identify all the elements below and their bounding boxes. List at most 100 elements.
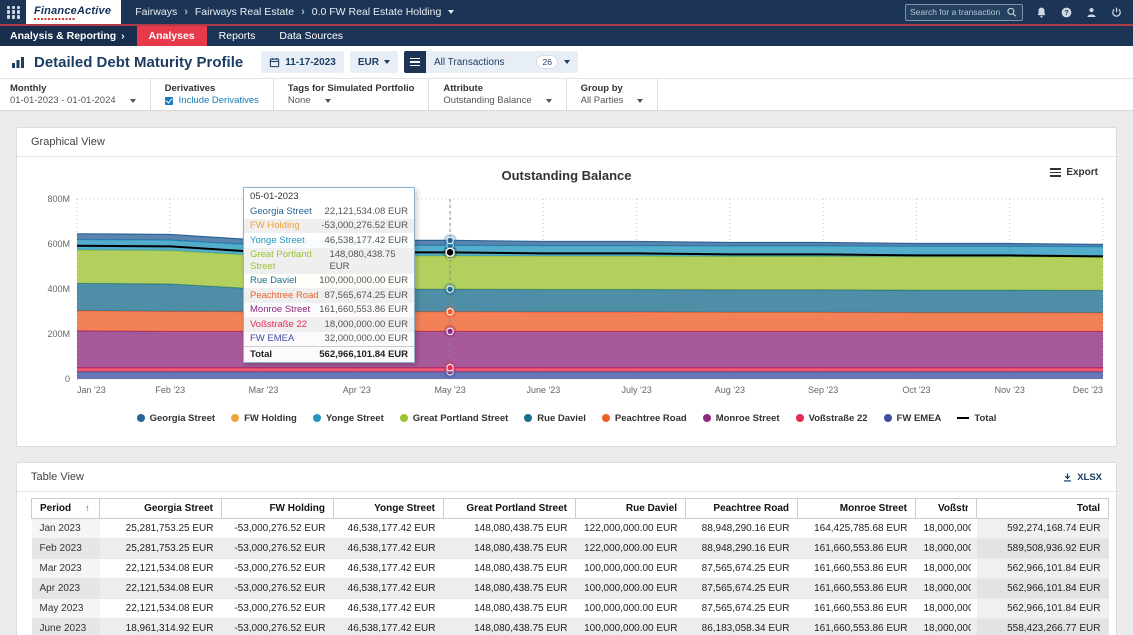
- chart-area: Outstanding Balance Export 0200M400M600M…: [17, 157, 1116, 436]
- date-picker-button[interactable]: 11-17-2023: [261, 51, 344, 73]
- search-input[interactable]: [910, 7, 1006, 17]
- checkbox-checked-icon[interactable]: [165, 97, 173, 105]
- breadcrumb-item[interactable]: Fairways Real Estate: [195, 6, 294, 18]
- report-toolbar: Detailed Debt Maturity Profile 11-17-202…: [0, 46, 1133, 79]
- table-row[interactable]: May 202322,121,534.08 EUR-53,000,276.52 …: [32, 599, 1109, 619]
- legend-item-fw-emea[interactable]: FW EMEA: [884, 413, 942, 424]
- chevron-right-icon: ›: [301, 6, 305, 18]
- breadcrumb-item[interactable]: Fairways: [135, 6, 177, 18]
- download-label: XLSX: [1077, 472, 1102, 483]
- column-header-georgia-street[interactable]: Georgia Street: [100, 499, 222, 519]
- tooltip-series-name: Rue Daviel: [250, 275, 296, 287]
- transactions-selector[interactable]: All Transactions 26: [426, 51, 578, 73]
- column-header-label: Voßstraße 22: [938, 503, 968, 514]
- legend-item-peachtree-road[interactable]: Peachtree Road: [602, 413, 687, 424]
- legend-label: Great Portland Street: [413, 413, 509, 424]
- filter-attribute[interactable]: AttributeOutstanding Balance: [441, 79, 566, 110]
- value-cell: 22,121,534.08 EUR: [100, 599, 222, 619]
- value-cell: -53,000,276.52 EUR: [222, 519, 334, 539]
- help-icon[interactable]: ?: [1060, 6, 1073, 19]
- logo[interactable]: FinanceActive: [26, 0, 121, 24]
- filter-label: Attribute: [443, 83, 551, 94]
- legend-label: Peachtree Road: [615, 413, 687, 424]
- legend-item-great-portland-street[interactable]: Great Portland Street: [400, 413, 509, 424]
- value-cell: -53,000,276.52 EUR: [222, 579, 334, 599]
- legend-item-yonge-street[interactable]: Yonge Street: [313, 413, 384, 424]
- total-cell: 589,508,936.92 EUR: [977, 539, 1109, 559]
- value-cell: 161,660,553.86 EUR: [798, 619, 916, 635]
- legend-dot-icon: [400, 414, 408, 422]
- notifications-bell-icon[interactable]: [1035, 6, 1048, 19]
- tooltip-series-name: Voßstraße 22: [250, 319, 307, 331]
- value-cell: 18,000,000.00 EUR: [916, 519, 977, 539]
- app-window: FinanceActive Fairways › Fairways Real Est…: [0, 0, 1133, 635]
- table-row[interactable]: Jan 202325,281,753.25 EUR-53,000,276.52 …: [32, 519, 1109, 539]
- table-container: Period↑Georgia StreetFW HoldingYonge Str…: [17, 492, 1116, 635]
- legend-item-total[interactable]: Total: [957, 413, 996, 424]
- sort-ascending-icon[interactable]: ↑: [85, 503, 90, 513]
- filter-derivatives[interactable]: DerivativesInclude Derivatives: [163, 79, 274, 110]
- nav-tab-reports[interactable]: Reports: [207, 26, 268, 46]
- column-header-monroe-street[interactable]: Monroe Street: [798, 499, 916, 519]
- tooltip-series-value: 100,000,000.00 EUR: [319, 275, 408, 287]
- graphical-view-card: Graphical View Outstanding Balance Expor…: [16, 127, 1117, 447]
- legend-label: Monroe Street: [716, 413, 780, 424]
- nav-section-analysis-reporting[interactable]: Analysis & Reporting›: [0, 26, 137, 46]
- apps-grid-icon[interactable]: [7, 6, 20, 19]
- legend-label: Voßstraße 22: [809, 413, 868, 424]
- column-header-vo-stra-e-22[interactable]: Voßstraße 22: [916, 499, 977, 519]
- value-cell: 100,000,000.00 EUR: [576, 559, 686, 579]
- period-cell: June 2023: [32, 619, 100, 635]
- tooltip-series-value: 148,080,438.75 EUR: [329, 249, 408, 272]
- legend-item-georgia-street[interactable]: Georgia Street: [137, 413, 215, 424]
- column-header-peachtree-road[interactable]: Peachtree Road: [686, 499, 798, 519]
- nav-tab-analyses[interactable]: Analyses: [137, 26, 207, 46]
- column-header-total[interactable]: Total: [977, 499, 1109, 519]
- column-header-rue-daviel[interactable]: Rue Daviel: [576, 499, 686, 519]
- svg-text:200M: 200M: [47, 329, 70, 339]
- transactions-label: All Transactions: [434, 57, 505, 68]
- filter-tags-for-simulated-portfolio[interactable]: Tags for Simulated PortfolioNone: [286, 79, 430, 110]
- power-icon[interactable]: [1110, 6, 1123, 19]
- column-header-fw-holding[interactable]: FW Holding: [222, 499, 334, 519]
- table-row[interactable]: June 202318,961,314.92 EUR-53,000,276.52…: [32, 619, 1109, 635]
- nav-tab-data-sources[interactable]: Data Sources: [267, 26, 355, 46]
- filter-monthly[interactable]: Monthly01-01-2023 - 01-01-2024: [8, 79, 151, 110]
- value-cell: 46,538,177.42 EUR: [334, 579, 444, 599]
- value-cell: -53,000,276.52 EUR: [222, 599, 334, 619]
- legend-item-vo-stra-e-22[interactable]: Voßstraße 22: [796, 413, 868, 424]
- chart-title: Outstanding Balance: [501, 168, 631, 183]
- clipped-value: 18,000,000.00 EUR: [924, 543, 971, 554]
- chart-legend: Georgia Street FW Holding Yonge Street Grea…: [31, 406, 1102, 430]
- chart-svg[interactable]: 0200M400M600M800MJan '23Feb '23Mar '23Ap…: [31, 189, 1108, 401]
- value-cell: 100,000,000.00 EUR: [576, 599, 686, 619]
- value-cell: 148,080,438.75 EUR: [444, 519, 576, 539]
- tooltip-row: Voßstraße 2218,000,000.00 EUR: [244, 317, 414, 332]
- column-header-yonge-street[interactable]: Yonge Street: [334, 499, 444, 519]
- calendar-icon: [269, 57, 280, 68]
- column-header-great-portland-street[interactable]: Great Portland Street: [444, 499, 576, 519]
- column-header-period[interactable]: Period↑: [32, 499, 100, 519]
- filter-value: Include Derivatives: [165, 95, 259, 106]
- transaction-filter-button[interactable]: [404, 51, 426, 73]
- legend-item-rue-daviel[interactable]: Rue Daviel: [524, 413, 586, 424]
- transaction-search[interactable]: [905, 4, 1023, 21]
- table-row[interactable]: Mar 202322,121,534.08 EUR-53,000,276.52 …: [32, 559, 1109, 579]
- legend-item-fw-holding[interactable]: FW Holding: [231, 413, 297, 424]
- value-cell: -53,000,276.52 EUR: [222, 539, 334, 559]
- breadcrumb-item[interactable]: 0.0 FW Real Estate Holding: [312, 6, 442, 18]
- export-button[interactable]: Export: [1050, 167, 1098, 178]
- filter-group-by[interactable]: Group byAll Parties: [579, 79, 659, 110]
- user-icon[interactable]: [1085, 6, 1098, 19]
- chevron-down-icon: [325, 99, 331, 103]
- legend-label: Total: [974, 413, 996, 424]
- top-bar: FinanceActive Fairways › Fairways Real Est…: [0, 0, 1133, 24]
- download-xlsx-button[interactable]: XLSX: [1062, 472, 1102, 483]
- legend-item-monroe-street[interactable]: Monroe Street: [703, 413, 780, 424]
- currency-selector[interactable]: EUR: [350, 51, 398, 73]
- chevron-down-icon[interactable]: [448, 10, 454, 14]
- table-row[interactable]: Apr 202322,121,534.08 EUR-53,000,276.52 …: [32, 579, 1109, 599]
- tooltip-row: Monroe Street161,660,553.86 EUR: [244, 303, 414, 318]
- table-row[interactable]: Feb 202325,281,753.25 EUR-53,000,276.52 …: [32, 539, 1109, 559]
- value-cell: 46,538,177.42 EUR: [334, 599, 444, 619]
